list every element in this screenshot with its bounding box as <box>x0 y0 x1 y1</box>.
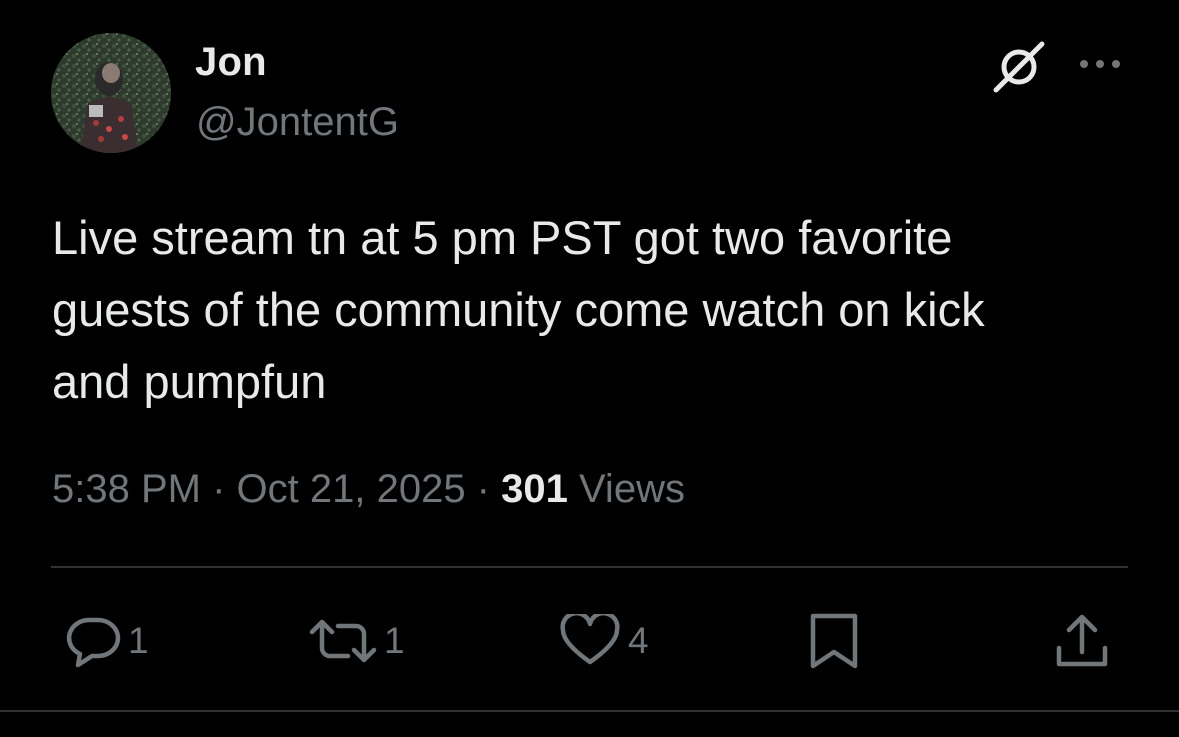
avatar-image <box>51 33 171 153</box>
share-icon <box>1056 614 1108 667</box>
retweet-count: 1 <box>384 620 405 661</box>
reply-button[interactable]: 1 <box>64 612 149 670</box>
reply-icon <box>66 617 121 668</box>
grok-icon[interactable] <box>992 40 1048 94</box>
avatar[interactable] <box>51 33 171 153</box>
bookmark-icon <box>810 613 858 669</box>
retweet-button[interactable]: 1 <box>308 612 405 670</box>
bookmark-button[interactable] <box>808 612 860 670</box>
divider <box>51 566 1128 568</box>
heart-icon <box>560 614 620 665</box>
tweet-metadata: 5:38 PM · Oct 21, 2025 · 301 Views <box>52 462 685 516</box>
author-display-name[interactable]: Jon <box>195 38 267 86</box>
meta-separator: · <box>200 467 237 511</box>
like-button[interactable]: 4 <box>558 612 649 670</box>
tweet-date[interactable]: Oct 21, 2025 <box>237 467 466 511</box>
tweet-detail: Jon @JontentG Live stream tn at 5 pm PST… <box>0 0 1179 737</box>
share-button[interactable] <box>1054 612 1110 670</box>
reply-count: 1 <box>128 620 149 661</box>
views-label: Views <box>567 467 685 511</box>
tweet-text: Live stream tn at 5 pm PST got two favor… <box>52 211 985 408</box>
meta-separator: · <box>465 467 502 511</box>
tweet-time[interactable]: 5:38 PM <box>52 467 201 511</box>
retweet-icon <box>309 619 377 663</box>
divider <box>0 710 1179 712</box>
like-count: 4 <box>628 620 649 661</box>
more-icon[interactable] <box>1076 52 1124 76</box>
views-count: 301 <box>501 467 568 511</box>
author-handle[interactable]: @JontentG <box>196 98 399 146</box>
